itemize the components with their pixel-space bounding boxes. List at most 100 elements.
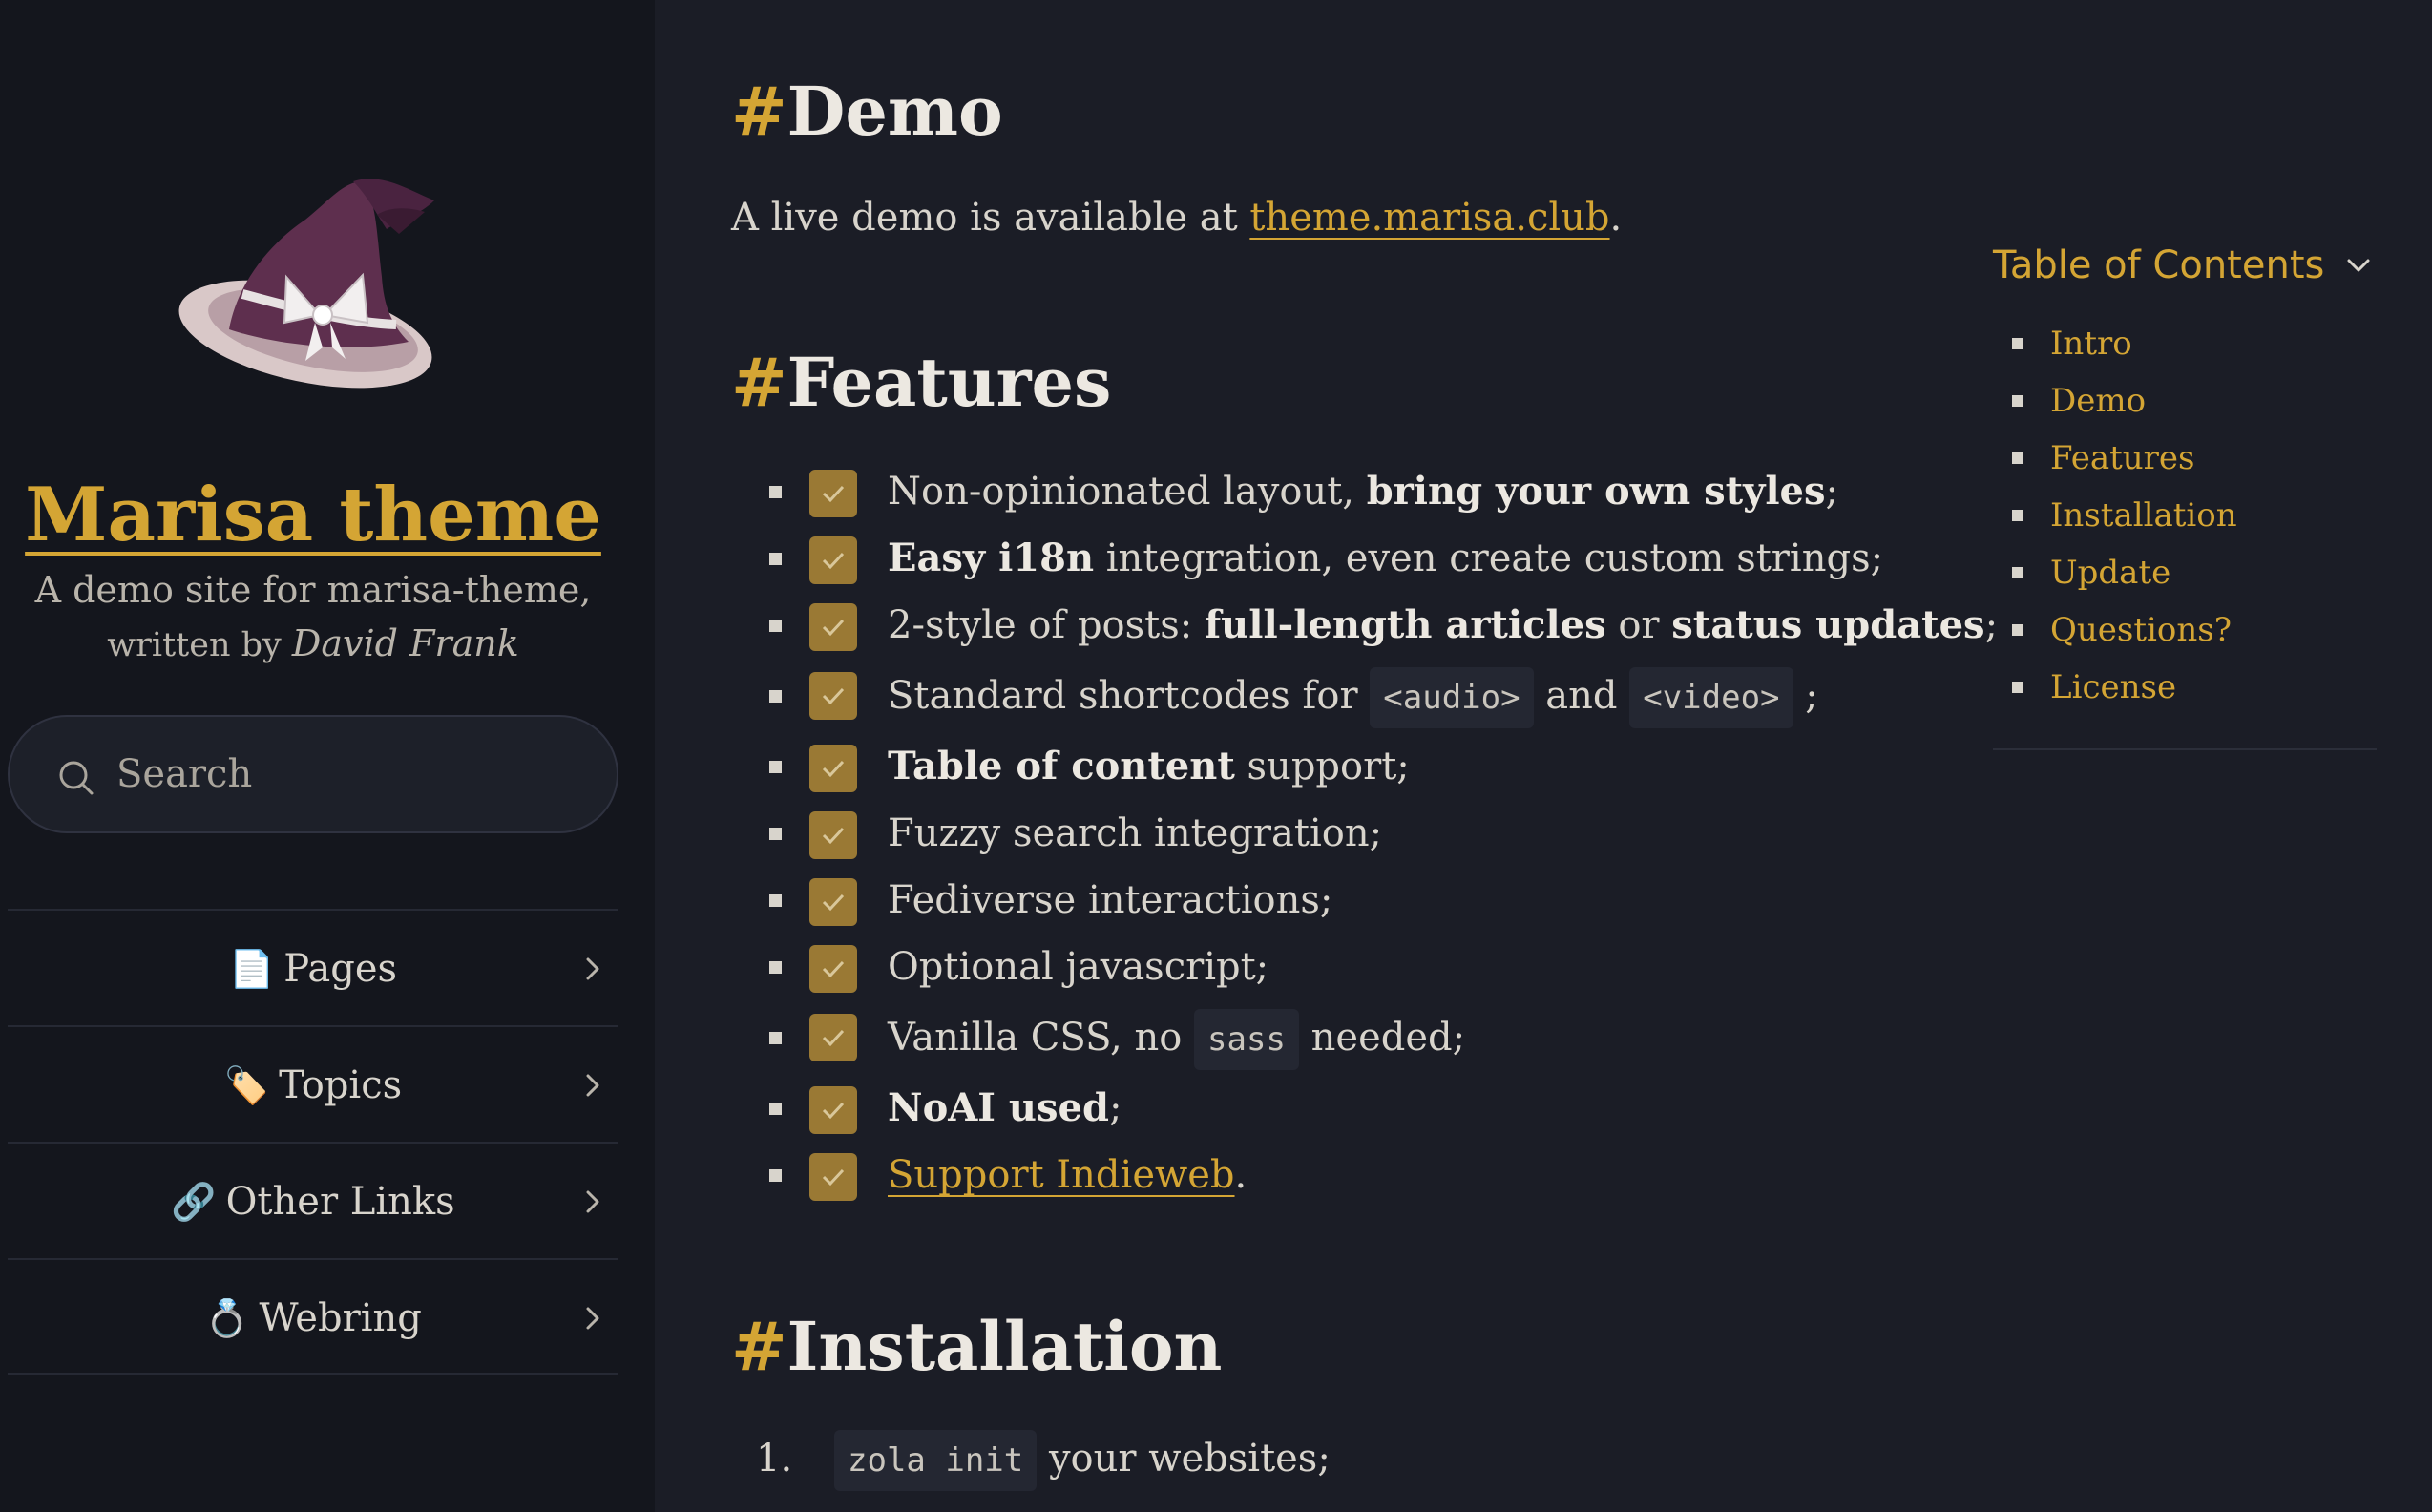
bullet (769, 761, 782, 773)
chevron-right-icon (586, 957, 599, 980)
toc-link-license[interactable]: License (2050, 659, 2176, 716)
feature-text: NoAI used; (888, 1085, 1122, 1130)
checkbox[interactable] (809, 470, 857, 517)
bullet (769, 553, 782, 565)
search-input[interactable] (115, 740, 592, 808)
heading-text: Demo (786, 72, 1003, 151)
site-description: A demo site for marisa-theme, written by… (0, 563, 626, 672)
nav-item-other-links[interactable]: 🔗 Other Links (8, 1142, 618, 1258)
check-icon (822, 760, 845, 778)
feature-text: Fediverse interactions; (888, 878, 1333, 922)
checkbox[interactable] (809, 603, 857, 651)
search-icon (59, 761, 94, 795)
bullet (2012, 338, 2023, 349)
nav-item-topics[interactable]: 🏷️ Topics (8, 1025, 618, 1142)
check-icon (822, 552, 845, 570)
nav-text: Webring (259, 1296, 422, 1340)
inline-code: sass (1194, 1009, 1299, 1070)
link-icon: 🔗 (171, 1181, 217, 1223)
bullet (769, 1032, 782, 1044)
toc-item: Features (1993, 430, 2377, 487)
bullet (769, 690, 782, 703)
feature-text: Table of content support; (888, 744, 1410, 788)
ring-icon: 💍 (204, 1297, 250, 1339)
check-icon (822, 1102, 845, 1120)
toc-item: Intro (1993, 315, 2377, 372)
feature-text: Vanilla CSS, no sass needed; (888, 1000, 1465, 1077)
toc-item: Update (1993, 544, 2377, 601)
feature-text: Easy i18n integration, even create custo… (888, 536, 1884, 580)
indieweb-link[interactable]: Support Indieweb (888, 1153, 1235, 1197)
bullet (769, 486, 782, 498)
check-icon (822, 827, 845, 845)
main-content: #Demo A live demo is available at theme.… (731, 0, 1998, 1512)
site-desc-line2: written by David Frank (0, 617, 626, 672)
chevron-right-icon (586, 1307, 599, 1330)
bullet (2012, 510, 2023, 521)
heading-anchor[interactable]: # (731, 72, 787, 151)
site-author: David Frank (291, 622, 519, 664)
checkbox[interactable] (809, 672, 857, 720)
checkbox[interactable] (809, 878, 857, 926)
search-box[interactable] (8, 715, 618, 833)
table-of-contents: Table of Contents Intro Demo Features In… (1993, 229, 2377, 750)
feature-text: Non-opinionated layout, bring your own s… (888, 469, 1838, 514)
checkbox[interactable] (809, 945, 857, 993)
toc-link-intro[interactable]: Intro (2050, 315, 2132, 372)
toc-title: Table of Contents (1993, 243, 2325, 287)
bullet (2012, 395, 2023, 407)
demo-text-end: . (1609, 196, 1623, 240)
feature-text: Fuzzy search integration; (888, 811, 1383, 855)
nav-label: 🏷️ Topics (8, 1027, 618, 1144)
toc-item: Demo (1993, 372, 2377, 430)
check-icon (822, 960, 845, 978)
checkbox[interactable] (809, 536, 857, 584)
feature-text: Support Indieweb. (888, 1153, 1247, 1197)
install-step-text: zola init your websites; (834, 1422, 1331, 1497)
checkbox[interactable] (809, 1014, 857, 1061)
feature-text: Optional javascript; (888, 945, 1269, 989)
feature-text: Standard shortcodes for <audio> and <vid… (888, 659, 1818, 735)
inline-code: zola init (834, 1430, 1038, 1491)
toc-link-features[interactable]: Features (2050, 430, 2195, 487)
toc-toggle[interactable]: Table of Contents (1993, 229, 2377, 302)
chevron-down-icon (2347, 259, 2370, 272)
nav-text: Other Links (225, 1180, 455, 1224)
toc-link-demo[interactable]: Demo (2050, 372, 2146, 430)
tag-icon: 🏷️ (223, 1064, 270, 1106)
toc-item: Questions? (1993, 601, 2377, 659)
sidebar-nav: 📄 Pages 🏷️ Topics 🔗 Other Links 💍 Webring (8, 909, 618, 1375)
site-desc-prefix: written by (107, 626, 292, 664)
toc-link-update[interactable]: Update (2050, 544, 2170, 601)
heading-anchor[interactable]: # (731, 1307, 787, 1386)
checkbox[interactable] (809, 1086, 857, 1134)
checkbox[interactable] (809, 811, 857, 859)
heading-installation: #Installation (731, 1304, 1222, 1390)
heading-text: Features (786, 343, 1112, 422)
sidebar: Marisa theme A demo site for marisa-them… (0, 0, 655, 1512)
heading-anchor[interactable]: # (731, 343, 787, 422)
bullet (769, 1169, 782, 1182)
bullet (2012, 682, 2023, 693)
site-title: Marisa theme (0, 468, 626, 563)
bullet (769, 961, 782, 974)
page-icon: 📄 (228, 948, 275, 990)
toc-list: Intro Demo Features Installation Update … (1993, 315, 2377, 716)
check-icon (822, 619, 845, 637)
demo-paragraph: A live demo is available at theme.marisa… (731, 189, 1622, 246)
toc-link-questions[interactable]: Questions? (2050, 601, 2232, 659)
bullet (2012, 452, 2023, 464)
nav-text: Topics (279, 1063, 403, 1107)
inline-code: <audio> (1370, 667, 1534, 728)
bullet (2012, 624, 2023, 636)
bullet (769, 620, 782, 632)
demo-link[interactable]: theme.marisa.club (1249, 196, 1609, 240)
witch-hat-logo[interactable] (162, 162, 458, 401)
checkbox[interactable] (809, 1153, 857, 1201)
toc-link-installation[interactable]: Installation (2050, 487, 2237, 544)
nav-item-pages[interactable]: 📄 Pages (8, 909, 618, 1025)
checkbox[interactable] (809, 745, 857, 792)
site-title-link[interactable]: Marisa theme (25, 472, 601, 558)
nav-item-webring[interactable]: 💍 Webring (8, 1258, 618, 1375)
list-number: 1. (756, 1437, 793, 1480)
